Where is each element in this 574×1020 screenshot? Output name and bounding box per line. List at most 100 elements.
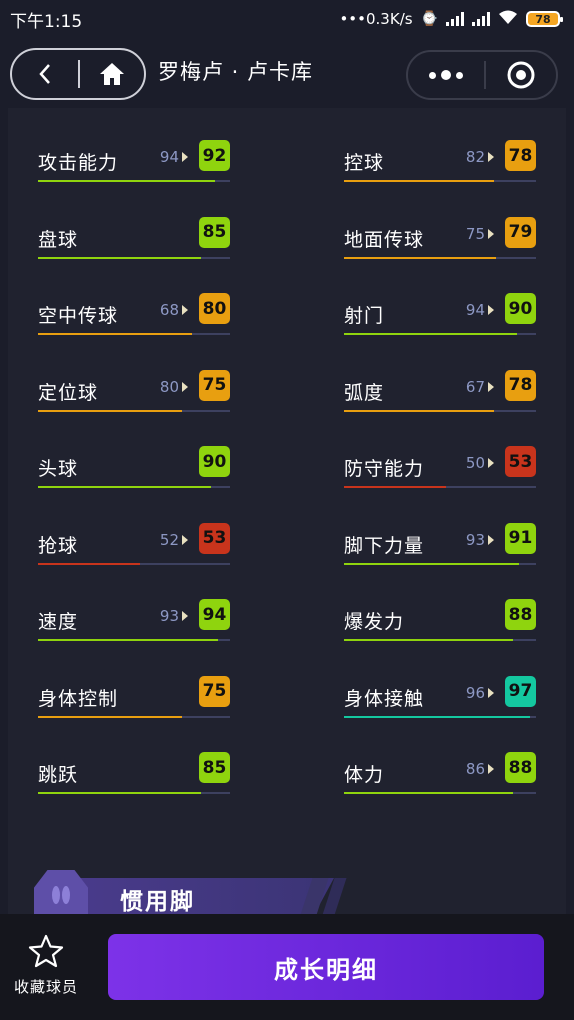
arrow-right-icon — [488, 228, 494, 239]
previous-value-text: 93 — [159, 607, 179, 625]
attribute-value-badge: 85 — [199, 752, 230, 783]
attribute-row: 爆发力 88 — [344, 595, 536, 651]
arrow-right-icon — [182, 534, 188, 545]
attribute-value-badge: 88 — [505, 752, 536, 783]
attribute-value-badge: 94 — [199, 599, 230, 630]
network-speed: •••0.3K/s — [339, 10, 413, 28]
attribute-name: 头球 — [38, 458, 79, 480]
attribute-progress-fill — [38, 180, 215, 182]
attribute-previous-value: 94 — [466, 301, 494, 319]
attribute-progress-fill — [38, 562, 140, 565]
attribute-value-badge: 88 — [505, 599, 536, 630]
attribute-value-badge: 53 — [199, 522, 230, 554]
arrow-right-icon — [488, 458, 494, 468]
attribute-previous-value: 75 — [466, 225, 494, 243]
attribute-previous-value: 93 — [466, 531, 494, 549]
status-bar: 下午1:15 •••0.3K/s ⌚ 78 — [0, 0, 574, 38]
attribute-row: 脚下力量 93 91 — [344, 519, 536, 575]
attribute-progress-fill — [344, 562, 519, 565]
attribute-name: 弧度 — [344, 381, 385, 404]
attribute-row: 控球 82 78 — [344, 136, 536, 192]
attribute-previous-value: 68 — [160, 301, 188, 319]
attribute-row: 盘球 85 — [38, 213, 230, 269]
target-icon — [507, 61, 535, 89]
arrow-right-icon — [182, 152, 188, 162]
attribute-progress-fill — [344, 715, 531, 718]
mini-program-capsule — [406, 50, 558, 100]
attribute-previous-value: 94 — [160, 148, 188, 166]
arrow-right-icon — [488, 764, 494, 774]
attribute-progress-bar — [344, 715, 536, 718]
attribute-progress-fill — [38, 792, 202, 794]
back-button[interactable] — [12, 50, 78, 98]
attribute-previous-value: 50 — [466, 454, 494, 472]
star-icon — [28, 934, 64, 968]
attribute-progress-fill — [344, 792, 513, 794]
arrow-right-icon — [182, 305, 188, 315]
attribute-name: 速度 — [38, 611, 79, 633]
attribute-name: 攻击能力 — [38, 152, 119, 174]
attribute-name: 地面传球 — [344, 228, 425, 251]
attribute-previous-value: 80 — [160, 378, 188, 396]
attribute-row: 身体接触 96 97 — [344, 672, 536, 728]
more-button[interactable] — [408, 52, 484, 98]
arrow-right-icon — [488, 152, 494, 162]
navigation-bar: 罗梅卢 · 卢卡库 — [0, 38, 574, 110]
attribute-progress-bar — [38, 180, 230, 182]
attribute-previous-value: 67 — [466, 378, 494, 396]
feet-icon — [34, 870, 88, 914]
attribute-progress-fill — [38, 256, 202, 259]
attribute-name: 盘球 — [38, 228, 79, 251]
attribute-progress-bar — [38, 792, 230, 794]
attribute-previous-value: 82 — [466, 148, 494, 166]
chevron-left-icon — [39, 64, 50, 84]
previous-value-text: 94 — [465, 301, 485, 319]
attribute-row: 抢球 52 53 — [38, 519, 230, 575]
banner-background — [64, 878, 334, 914]
arrow-right-icon — [182, 381, 188, 392]
previous-value-text: 50 — [465, 454, 485, 472]
page-title: 罗梅卢 · 卢卡库 — [158, 60, 314, 84]
attribute-value-badge: 53 — [505, 446, 536, 477]
attribute-name: 跳跃 — [38, 764, 79, 786]
attribute-progress-bar — [344, 256, 536, 259]
home-button[interactable] — [80, 50, 144, 98]
attribute-value-badge: 75 — [199, 675, 230, 707]
attribute-previous-value: 52 — [160, 531, 188, 549]
attribute-value-badge: 80 — [199, 293, 230, 324]
nav-capsule — [10, 48, 146, 100]
attribute-name: 脚下力量 — [344, 534, 425, 557]
previous-value-text: 75 — [465, 224, 485, 243]
favorite-player-label: 收藏球员 — [13, 978, 78, 996]
attribute-progress-bar — [344, 562, 536, 565]
battery-icon: 78 — [526, 11, 563, 27]
arrow-right-icon — [488, 534, 494, 545]
arrow-right-icon — [488, 687, 494, 698]
attribute-row: 弧度 67 78 — [344, 366, 536, 422]
attribute-name: 爆发力 — [344, 611, 405, 633]
attribute-row: 定位球 80 75 — [38, 366, 230, 422]
attribute-progress-fill — [344, 333, 517, 335]
attribute-name: 身体接触 — [344, 687, 425, 710]
growth-details-button[interactable]: 成长明细 — [108, 934, 544, 1000]
preferred-foot-label: 惯用脚 — [120, 889, 195, 914]
attribute-progress-fill — [38, 639, 219, 641]
attribute-value-badge: 79 — [505, 216, 536, 248]
attribute-row: 头球 90 — [38, 442, 230, 498]
attribute-progress-bar — [38, 486, 230, 488]
close-button[interactable] — [486, 52, 556, 98]
attribute-row: 速度 93 94 — [38, 595, 230, 651]
attribute-previous-value: 96 — [466, 684, 494, 702]
attribute-row: 攻击能力 94 92 — [38, 136, 230, 192]
previous-value-text: 94 — [159, 148, 179, 166]
attribute-name: 抢球 — [38, 534, 79, 557]
attribute-progress-fill — [344, 639, 513, 641]
attribute-row: 空中传球 68 80 — [38, 289, 230, 345]
attribute-previous-value: 93 — [160, 607, 188, 625]
attribute-progress-bar — [344, 333, 536, 335]
arrow-right-icon — [182, 611, 188, 621]
previous-value-text: 68 — [159, 301, 179, 319]
attribute-progress-bar — [38, 409, 230, 412]
previous-value-text: 86 — [465, 760, 485, 778]
favorite-player-button[interactable]: 收藏球员 — [10, 934, 82, 1004]
